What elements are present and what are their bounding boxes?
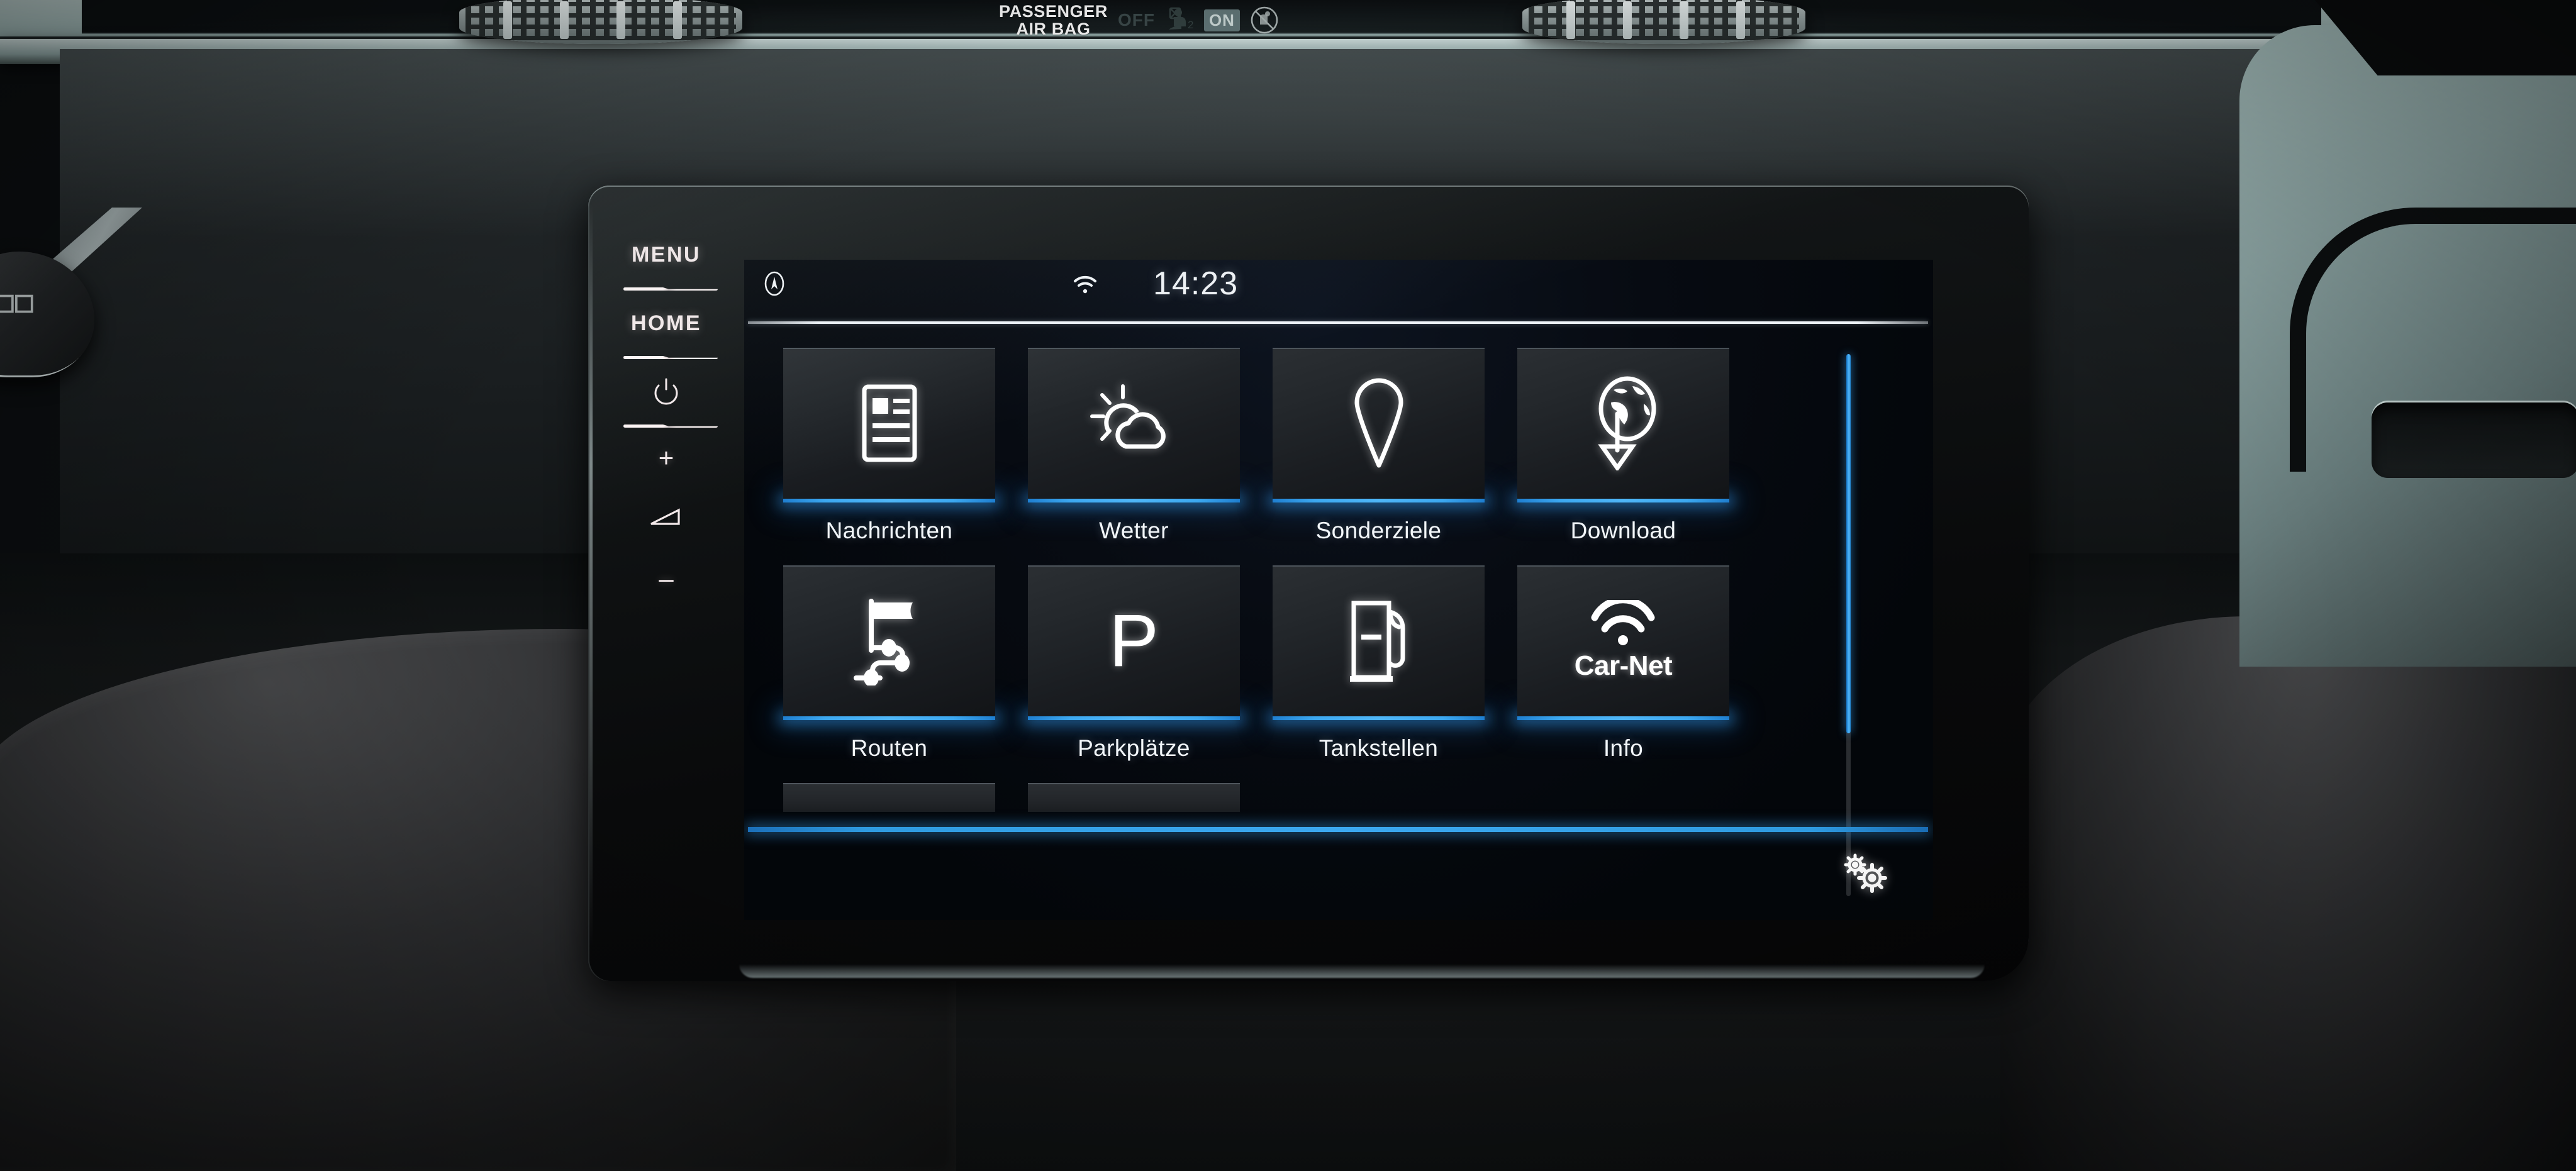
svg-text:2: 2 [1188,19,1193,31]
air-vent-slat [1566,1,1575,39]
car-net-wifi-icon: Car-Net [1574,600,1673,682]
volume-down-button[interactable]: – [588,550,744,608]
power-button[interactable] [588,360,744,423]
compass-icon[interactable] [761,270,788,297]
no-child-seat-icon [1251,6,1278,34]
volume-indicator-icon [588,487,744,550]
tile-icon-area: Car-Net [1517,565,1729,716]
tile-row: Nachrichten Wetter Sonderziele Download [783,348,1815,544]
tile-label: Parkplätze [1078,735,1190,761]
tile-partial[interactable] [1028,783,1240,812]
hardkey-divider-2 [623,356,718,359]
status-bar: 14:23 [744,260,1933,305]
air-vent-slat [1623,1,1632,39]
tile-nachrichten[interactable]: Nachrichten [783,348,995,544]
bottom-divider [748,827,1928,832]
parking-p-icon: P [1109,599,1159,682]
car-net-wordmark: Car-Net [1574,650,1673,681]
route-flag-icon [853,599,913,685]
dashboard-photo: ◻◻ PASSENGER AIR BAG OFF 2 ON MENU HOME … [0,0,2576,1171]
touchscreen-display[interactable]: 14:23 Nachrichten Wetter Sonderziele Dow… [744,260,1933,920]
newspaper-icon [862,384,917,462]
wifi-arcs-icon [1591,600,1655,645]
tile-icon-area [1273,348,1485,499]
tile-accent-bar [1273,716,1485,720]
tile-accent-bar [1517,716,1729,720]
tile-partial[interactable] [783,783,995,812]
stalk-glyph-icon: ◻◻ [0,287,35,316]
vertical-scrollbar[interactable] [1846,354,1851,896]
tile-info[interactable]: Car-Net Info [1517,565,1729,762]
settings-button[interactable] [1840,851,1889,895]
tile-download[interactable]: Download [1517,348,1729,544]
airbag-seated-person-icon: 2 [1168,7,1193,31]
tile-sonderziele[interactable]: Sonderziele [1273,348,1485,544]
tile-icon-area [783,565,995,716]
volume-up-button[interactable]: + [588,429,744,487]
clock-time: 14:23 [1153,265,1239,302]
tile-parkplaetze[interactable]: P Parkplätze [1028,565,1240,762]
air-vent-slat [616,1,625,39]
tile-accent-bar [1273,499,1485,502]
tile-label: Info [1603,735,1644,761]
power-icon [654,378,678,405]
tile-row-partial [783,783,1815,812]
passenger-airbag-indicator: PASSENGER AIR BAG OFF 2 ON [999,3,1279,38]
airbag-title-line1: PASSENGER [999,2,1108,21]
air-vent-slat [503,1,512,39]
status-bar-divider [748,321,1928,324]
map-pin-icon [1354,378,1403,468]
tile-icon-area: P [1028,565,1240,716]
tile-label: Routen [850,735,928,761]
hardkey-panel: MENU HOME + – [588,186,744,981]
fuel-pump-icon [1349,601,1405,682]
tile-accent-bar [783,716,995,720]
globe-download-icon [1597,376,1656,470]
airbag-off-label: OFF [1117,10,1155,30]
airbag-title-line2: AIR BAG [1016,19,1091,39]
air-vent-slat [1736,1,1745,39]
tile-label: Wetter [1099,518,1169,543]
tile-wetter[interactable]: Wetter [1028,348,1240,544]
air-vent-left[interactable] [459,0,742,44]
tile-accent-bar [1028,499,1240,502]
tile-icon-area [1517,348,1729,499]
tile-label: Tankstellen [1319,735,1439,761]
tile-icon-area [783,348,995,499]
infotainment-head-unit: MENU HOME + – 14:23 Nachrichten Wetter S… [588,186,2029,981]
tile-accent-bar [1028,716,1240,720]
air-vent-slat [560,1,569,39]
tile-icon-area [1028,348,1240,499]
volume-triangle-icon [650,508,680,525]
air-vent-slat [673,1,682,39]
hardkey-divider-3 [623,425,718,428]
tile-icon-area [1273,565,1485,716]
tile-label: Download [1570,518,1676,543]
tile-label: Sonderziele [1315,518,1442,543]
home-button[interactable]: HOME [588,292,744,355]
tile-row: Routen P Parkplätze Tankstellen Car-Net … [783,565,1815,762]
app-tile-grid: Nachrichten Wetter Sonderziele Download … [783,348,1815,812]
tile-label: Nachrichten [825,518,953,543]
scrollbar-thumb[interactable] [1846,354,1851,734]
dashboard-storage-slot [2372,402,2576,478]
tile-routen[interactable]: Routen [783,565,995,762]
lower-trim-panel-right [2000,616,2576,1171]
air-vent-slat [1680,1,1688,39]
bezel-highlight-left [589,204,593,946]
tile-tankstellen[interactable]: Tankstellen [1273,565,1485,762]
airbag-on-label: ON [1203,9,1240,31]
air-vent-right[interactable] [1522,0,1805,44]
wifi-icon [1074,275,1096,294]
tile-accent-bar [783,499,995,502]
tile-accent-bar [1517,499,1729,502]
menu-button[interactable]: MENU [588,223,744,286]
gears-icon [1844,853,1887,893]
hardkey-divider-1 [623,287,718,291]
airbag-title: PASSENGER AIR BAG [999,3,1108,38]
sun-cloud-icon [1090,384,1166,449]
bezel-highlight-bottom [739,964,1985,978]
